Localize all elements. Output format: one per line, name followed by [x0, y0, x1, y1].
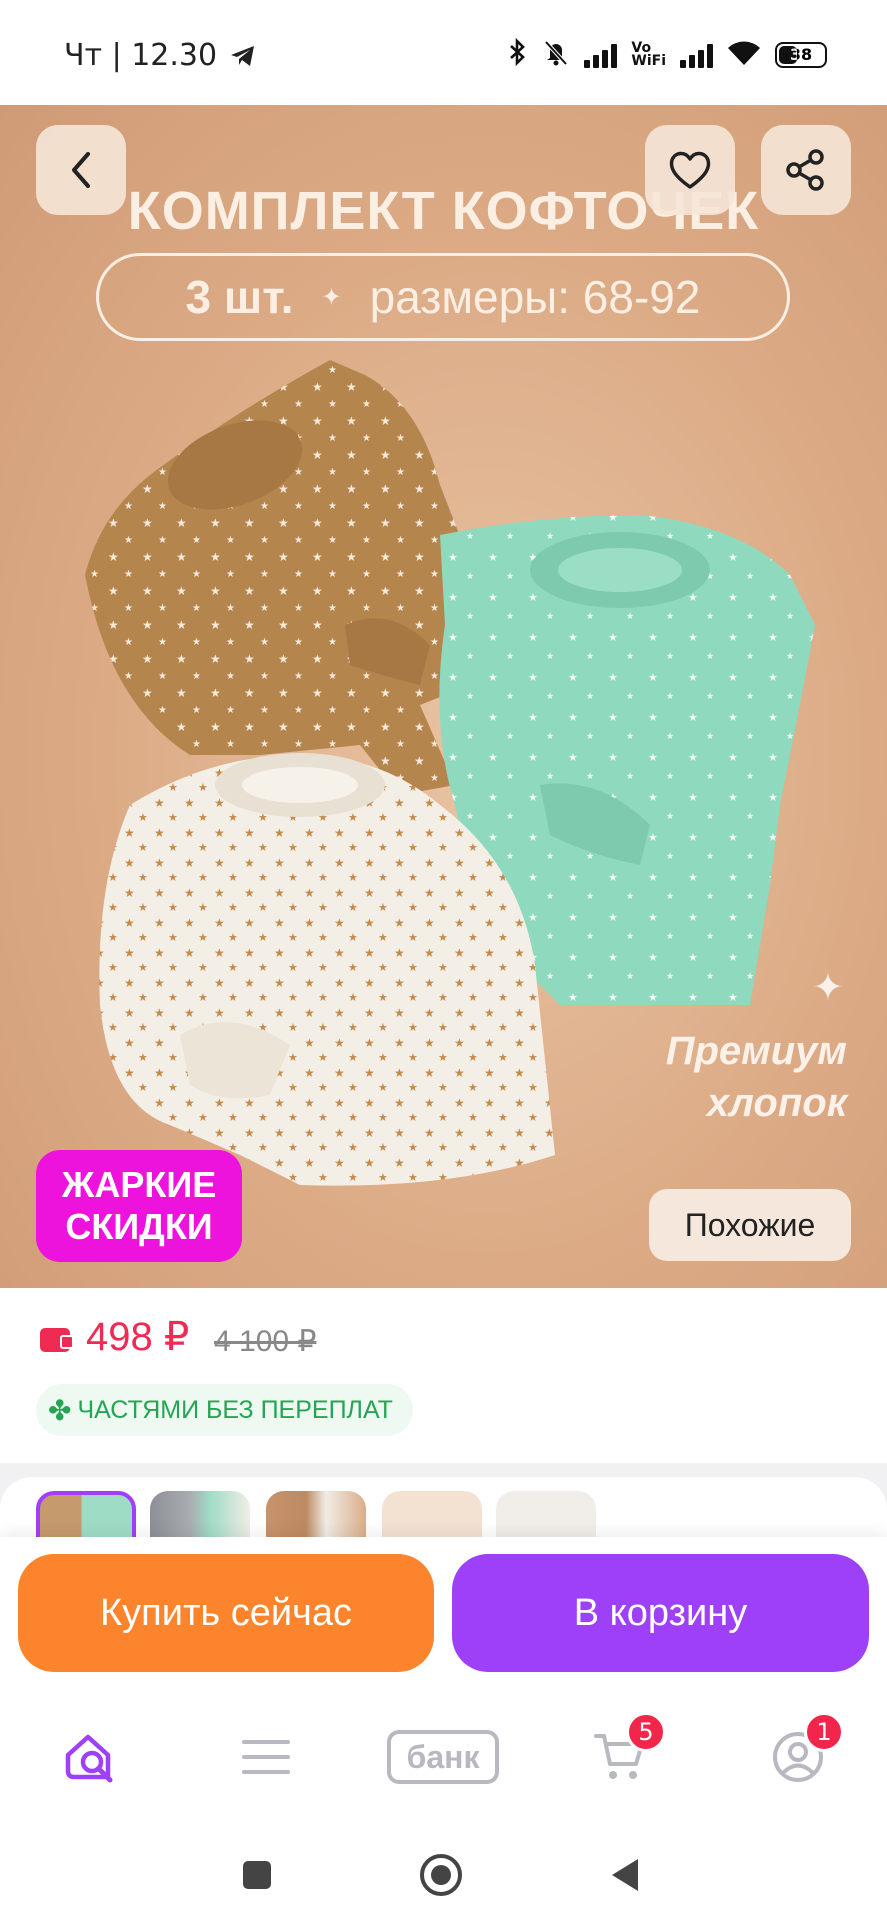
brown-sweater	[85, 360, 475, 795]
home-button[interactable]	[416, 1850, 466, 1900]
thumbnail-3[interactable]	[266, 1491, 366, 1537]
similar-button[interactable]: Похожие	[649, 1189, 851, 1261]
clover-icon: ✤	[48, 1394, 72, 1426]
status-left: Чт | 12.30	[64, 38, 257, 73]
action-bar: Купить сейчас В корзину	[0, 1537, 887, 1672]
nav-bank[interactable]: банк	[387, 1722, 499, 1792]
thumbnail-5[interactable]	[496, 1491, 596, 1537]
profile-badge: 1	[804, 1712, 844, 1752]
bottom-nav: банк 5 1	[0, 1672, 887, 1822]
current-price: 498 ₽	[86, 1315, 190, 1359]
add-to-cart-button[interactable]: В корзину	[452, 1554, 869, 1672]
signal-icon-2	[680, 42, 713, 68]
bluetooth-icon	[508, 37, 528, 71]
wifi-icon	[727, 40, 761, 70]
back-system-button[interactable]	[600, 1850, 650, 1900]
share-button[interactable]	[761, 125, 851, 215]
vowifi-line2: WiFi	[631, 52, 666, 69]
thumbnail-1[interactable]	[36, 1491, 136, 1537]
heart-icon	[669, 151, 711, 189]
back-button[interactable]	[36, 125, 126, 215]
status-bar: Чт | 12.30 Vo WiFi 38	[0, 0, 887, 105]
premium-caption: Премиум хлопок	[666, 1025, 847, 1129]
installments-badge[interactable]: ✤ ЧАСТЯМИ БЕЗ ПЕРЕПЛАТ	[36, 1384, 413, 1436]
hot-line2: СКИДКИ	[65, 1206, 213, 1247]
home-search-icon	[65, 1734, 113, 1783]
thumbnail-strip	[0, 1477, 887, 1537]
chevron-left-icon	[72, 152, 90, 188]
buy-now-button[interactable]: Купить сейчас	[18, 1554, 434, 1672]
battery-level: 38	[789, 45, 813, 64]
premium-line1: Премиум	[665, 1029, 847, 1073]
nav-cart[interactable]: 5	[580, 1712, 666, 1792]
battery-icon: 38	[775, 41, 827, 68]
circle-icon	[420, 1854, 462, 1896]
wallet-icon	[40, 1328, 74, 1352]
vowifi-icon: Vo WiFi	[631, 41, 666, 69]
thumbnail-4[interactable]	[382, 1491, 482, 1537]
cart-badge: 5	[626, 1712, 666, 1752]
old-price: 4 100 ₽	[214, 1325, 317, 1358]
mute-bell-icon	[542, 38, 570, 71]
product-image[interactable]: КОМПЛЕКТ КОФТОЧЕК 3 шт. ✦ размеры: 68-92…	[0, 105, 887, 1288]
share-icon	[786, 149, 824, 191]
sparkle-icon-large: ✦	[812, 965, 844, 1009]
hot-line1: ЖАРКИЕ	[61, 1164, 217, 1205]
nav-catalog[interactable]	[226, 1722, 306, 1792]
premium-line2: хлопок	[706, 1081, 847, 1125]
nav-home-search[interactable]	[50, 1722, 130, 1792]
system-nav	[0, 1822, 887, 1920]
recents-button[interactable]	[232, 1850, 282, 1900]
signal-icon	[584, 42, 618, 68]
nav-profile[interactable]: 1	[758, 1712, 844, 1792]
price-card: 498 ₽ 4 100 ₽ ✤ ЧАСТЯМИ БЕЗ ПЕРЕПЛАТ	[0, 1288, 887, 1463]
status-time: Чт | 12.30	[64, 38, 218, 73]
telegram-icon	[231, 45, 255, 66]
thumbnail-2[interactable]	[150, 1491, 250, 1537]
favorite-button[interactable]	[645, 125, 735, 215]
bank-icon: банк	[387, 1730, 499, 1784]
menu-icon	[242, 1740, 290, 1774]
hot-discounts-badge[interactable]: ЖАРКИЕ СКИДКИ	[36, 1150, 242, 1262]
installments-label: ЧАСТЯМИ БЕЗ ПЕРЕПЛАТ	[77, 1395, 393, 1424]
status-right: Vo WiFi 38	[508, 37, 827, 71]
square-icon	[243, 1861, 271, 1889]
triangle-back-icon	[612, 1859, 638, 1891]
